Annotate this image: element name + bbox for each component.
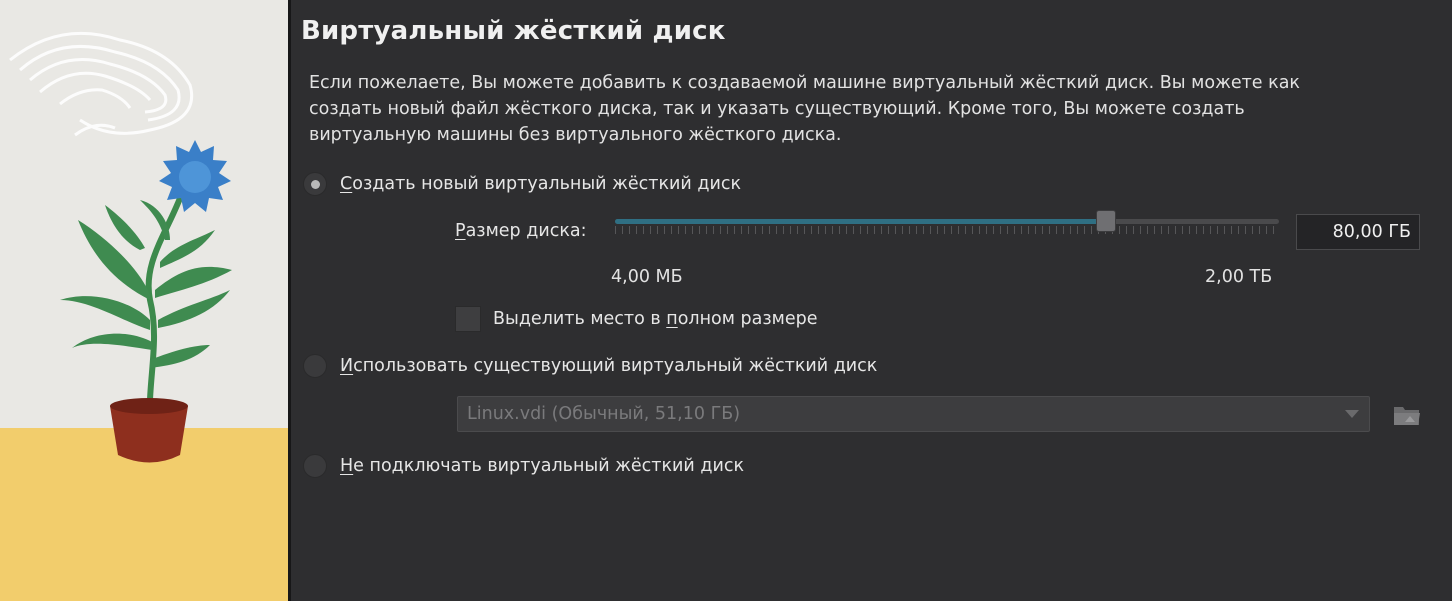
use-existing-disk-label[interactable]: Использовать существующий виртуальный жё… (340, 356, 877, 376)
existing-disk-select-value: Linux.vdi (Обычный, 51,10 ГБ) (467, 404, 741, 424)
use-existing-disk-radio[interactable] (303, 354, 327, 378)
create-new-disk-label[interactable]: Создать новый виртуальный жёсткий диск (340, 174, 741, 194)
existing-disk-select[interactable]: Linux.vdi (Обычный, 51,10 ГБ) (457, 396, 1370, 432)
disk-size-slider-handle[interactable] (1096, 210, 1117, 232)
page-title: Виртуальный жёсткий диск (301, 16, 726, 46)
no-disk-label[interactable]: Не подключать виртуальный жёсткий диск (340, 456, 744, 476)
disk-size-max-label: 2,00 ТБ (1205, 267, 1273, 287)
disk-size-input[interactable]: 80,00 ГБ (1296, 214, 1420, 250)
create-new-disk-radio[interactable] (303, 172, 327, 196)
disk-size-slider-ticks (615, 226, 1279, 234)
disk-size-slider[interactable] (615, 219, 1279, 224)
wizard-illustration (0, 0, 288, 601)
disk-size-min-label: 4,00 МБ (611, 267, 683, 287)
disk-size-slider-fill (615, 219, 1107, 224)
folder-open-icon[interactable] (1391, 398, 1423, 430)
wizard-page: Виртуальный жёсткий диск Если пожелаете,… (291, 0, 1452, 601)
flower-pot-illustration (9, 31, 232, 463)
chevron-down-icon (1345, 410, 1359, 418)
disk-size-label: Размер диска: (455, 221, 587, 241)
preallocate-label[interactable]: Выделить место в полном размере (493, 309, 818, 329)
preallocate-checkbox[interactable] (455, 306, 481, 332)
page-description: Если пожелаете, Вы можете добавить к соз… (309, 73, 1300, 145)
no-disk-radio[interactable] (303, 454, 327, 478)
